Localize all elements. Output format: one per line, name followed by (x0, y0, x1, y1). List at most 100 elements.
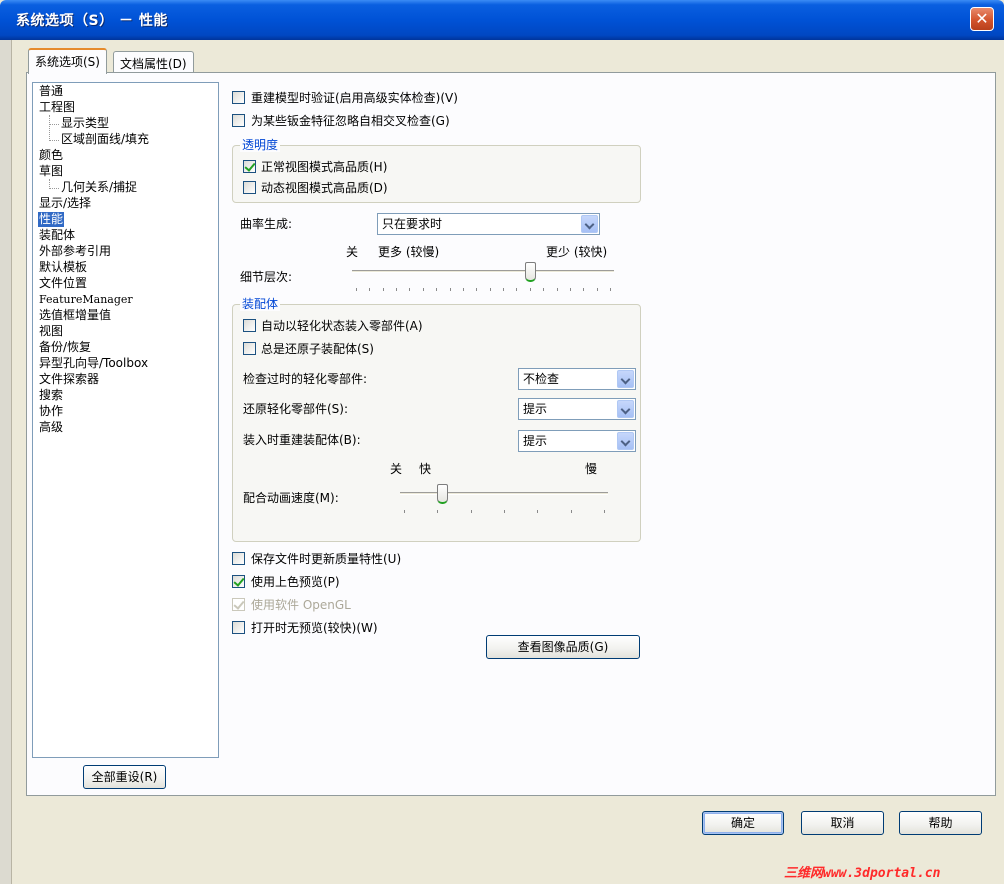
slider-tick (383, 288, 384, 291)
tree-item-area-hatch[interactable]: 区域剖面线/填充 (60, 132, 150, 147)
tree-item-drawings[interactable]: 工程图 (38, 100, 76, 115)
tab-document-properties[interactable]: 文档属性(D) (113, 51, 194, 73)
cancel-button[interactable]: 取消 (801, 811, 884, 835)
tree-item-external-references[interactable]: 外部参考引用 (38, 244, 112, 259)
rebuild-on-load-value: 提示 (523, 434, 548, 448)
tree-connector (49, 115, 50, 141)
slider-thumb[interactable] (525, 262, 536, 282)
animation-speed-slider[interactable] (400, 484, 608, 518)
detail-level-slider[interactable] (352, 262, 614, 296)
curvature-label: 曲率生成: (240, 217, 293, 231)
ok-button[interactable]: 确定 (702, 811, 784, 835)
tree-item-search[interactable]: 搜索 (38, 388, 64, 403)
resolve-lightweight-label: 还原轻化零部件(S): (243, 402, 349, 416)
slider-tick (516, 288, 517, 291)
tree-item-collaboration[interactable]: 协作 (38, 404, 64, 419)
tree-item-relations-snaps[interactable]: 几何关系/捕捉 (60, 180, 138, 195)
window-title: 系统选项（S） － 性能 (16, 13, 168, 29)
software-opengl-checkbox (232, 598, 245, 611)
detail-more-label: 更多 (较慢) (378, 245, 440, 259)
tab-system-options[interactable]: 系统选项(S) (28, 48, 107, 74)
options-tree[interactable]: 普通 工程图 显示类型 区域剖面线/填充 颜色 草图 几何关系/捕捉 显示/选择… (32, 82, 219, 758)
slider-track (352, 270, 614, 273)
resolve-lightweight-select[interactable]: 提示 (518, 398, 636, 420)
animation-slow-label: 慢 (585, 462, 598, 476)
detail-off-label: 关 (346, 245, 359, 259)
slider-thumb[interactable] (437, 484, 448, 504)
watermark: 三维网www.3dportal.cn (784, 866, 941, 881)
slider-tick (597, 288, 598, 291)
help-button[interactable]: 帮助 (899, 811, 982, 835)
tree-connector (49, 140, 59, 141)
tree-item-file-locations[interactable]: 文件位置 (38, 276, 88, 291)
tree-item-spin-box-increments[interactable]: 选值框增量值 (38, 308, 112, 323)
tree-item-advanced[interactable]: 高级 (38, 420, 64, 435)
assemblies-group-title: 装配体 (240, 297, 281, 311)
no-preview-checkbox[interactable] (232, 621, 245, 634)
tree-item-sketch[interactable]: 草图 (38, 164, 64, 179)
rebuild-on-load-select[interactable]: 提示 (518, 430, 636, 452)
title-bar: 系统选项（S） － 性能 ✕ (0, 0, 1004, 40)
auto-lightweight-checkbox[interactable] (243, 319, 256, 332)
always-resolve-checkbox[interactable] (243, 342, 256, 355)
tree-item-file-explorer[interactable]: 文件探索器 (38, 372, 100, 387)
slider-track (400, 492, 608, 495)
slider-tick (504, 510, 505, 513)
normal-hq-checkbox[interactable] (243, 160, 256, 173)
reset-all-button[interactable]: 全部重设(R) (83, 765, 166, 789)
normal-hq-label: 正常视图模式高品质(H) (261, 160, 388, 174)
curvature-select-value: 只在要求时 (382, 217, 443, 231)
animation-speed-label: 配合动画速度(M): (243, 491, 339, 505)
tree-item-display-selection[interactable]: 显示/选择 (38, 196, 92, 211)
update-mass-checkbox[interactable] (232, 552, 245, 565)
rebuild-verify-label: 重建模型时验证(启用高级实体检查)(V) (251, 91, 458, 105)
chevron-down-icon (617, 400, 634, 418)
close-icon: ✕ (975, 9, 989, 28)
tree-item-hole-wizard-toolbox[interactable]: 异型孔向导/Toolbox (38, 356, 149, 371)
dynamic-hq-label: 动态视图模式高品质(D) (261, 181, 388, 195)
slider-tick (369, 288, 370, 291)
slider-tick (530, 288, 531, 291)
tree-item-featuremanager[interactable]: FeatureManager (38, 292, 134, 307)
detail-less-label: 更少 (较快) (546, 245, 608, 259)
dynamic-hq-checkbox[interactable] (243, 181, 256, 194)
view-image-quality-button[interactable]: 查看图像品质(G) (486, 635, 640, 659)
shaded-preview-label: 使用上色预览(P) (251, 575, 340, 589)
slider-tick (537, 510, 538, 513)
no-preview-label: 打开时无预览(较快)(W) (251, 621, 378, 635)
slider-tick (471, 510, 472, 513)
tree-item-performance[interactable]: 性能 (38, 212, 65, 227)
shaded-preview-checkbox[interactable] (232, 575, 245, 588)
slider-tick (490, 288, 491, 291)
ignore-sheetmetal-label: 为某些钣金特征忽略自相交叉检查(G) (251, 114, 450, 128)
slider-tick (356, 288, 357, 291)
tree-item-assemblies[interactable]: 装配体 (38, 228, 76, 243)
animation-off-label: 关 (390, 462, 403, 476)
tree-item-general[interactable]: 普通 (38, 84, 64, 99)
check-outdated-select[interactable]: 不检查 (518, 368, 636, 390)
tree-item-backup-recover[interactable]: 备份/恢复 (38, 340, 92, 355)
check-outdated-label: 检查过时的轻化零部件: (243, 372, 368, 386)
tree-connector (49, 124, 59, 125)
tree-item-display-type[interactable]: 显示类型 (60, 116, 110, 131)
auto-lightweight-label: 自动以轻化状态装入零部件(A) (261, 319, 423, 333)
slider-tick (463, 288, 464, 291)
resolve-lightweight-value: 提示 (523, 402, 548, 416)
tree-item-view[interactable]: 视图 (38, 324, 64, 339)
tree-item-colors[interactable]: 颜色 (38, 148, 64, 163)
rebuild-verify-checkbox[interactable] (232, 91, 245, 104)
slider-tick (436, 288, 437, 291)
slider-tick (503, 288, 504, 291)
chevron-down-icon (617, 370, 634, 388)
curvature-select[interactable]: 只在要求时 (377, 213, 600, 235)
close-button[interactable]: ✕ (970, 7, 994, 31)
tree-connector (49, 188, 59, 189)
update-mass-label: 保存文件时更新质量特性(U) (251, 552, 402, 566)
slider-tick (409, 288, 410, 291)
slider-tick (604, 510, 605, 513)
tree-item-default-templates[interactable]: 默认模板 (38, 260, 88, 275)
slider-tick (476, 288, 477, 291)
background-window-edge (0, 40, 12, 884)
ignore-sheetmetal-checkbox[interactable] (232, 114, 245, 127)
transparency-group-title: 透明度 (240, 138, 281, 152)
